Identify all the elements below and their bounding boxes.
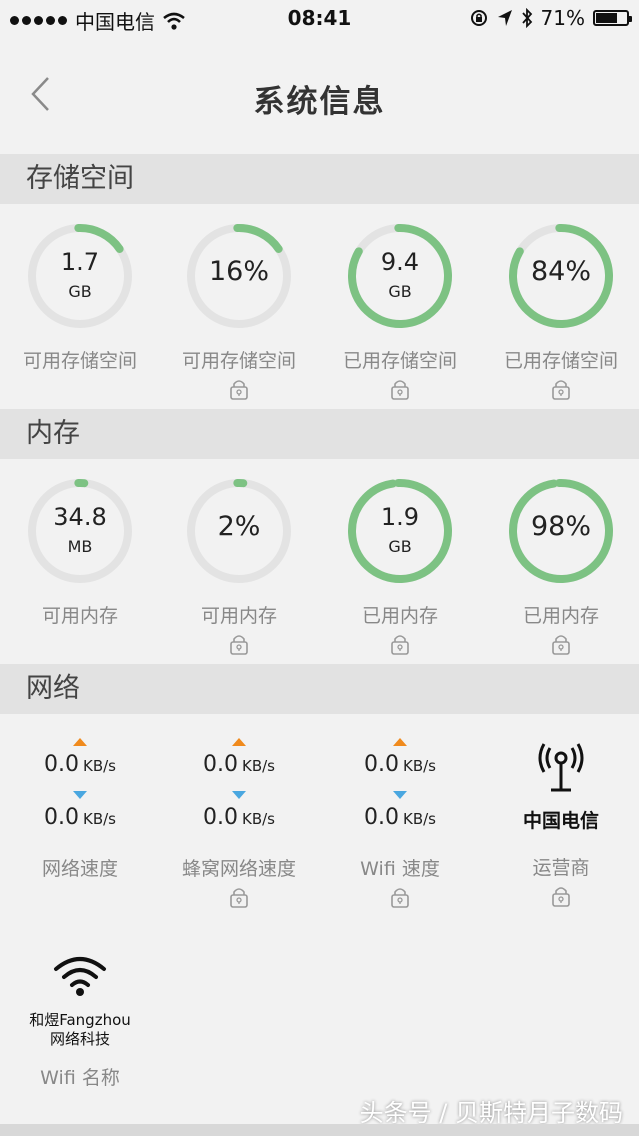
item-label: 已用存储空间 <box>342 350 457 372</box>
ring-value: 1.9 <box>380 503 420 531</box>
ring-track <box>28 479 132 583</box>
progress-ring: 2% <box>185 477 293 585</box>
upload-speed: 0.0 KB/s <box>203 752 275 777</box>
antenna-icon <box>538 743 584 792</box>
upload-speed: 0.0 KB/s <box>44 752 116 777</box>
item-label: 已用内存 <box>522 605 599 627</box>
rotation-lock-icon <box>470 10 487 26</box>
status-right: 71% <box>469 6 632 30</box>
item-label: 可用存储空间 <box>181 350 296 372</box>
wifi-name-cell[interactable]: 和煜Fangzhou 网络科技 Wifi 名称 <box>0 955 160 1090</box>
ring-value: 16% <box>208 256 269 287</box>
item-label: 可用内存 <box>41 605 118 627</box>
section-header-storage: 存储空间 <box>0 154 639 204</box>
progress-ring: 34.8 MB <box>26 477 134 585</box>
wifi-name-line2: 网络科技 <box>49 1030 110 1048</box>
item-label: 运营商 <box>532 857 590 879</box>
watermark: 头条号 / 贝斯特月子数码 <box>359 1099 623 1127</box>
item-label: 已用内存 <box>361 605 438 627</box>
lock-icon <box>228 377 250 401</box>
storage-item[interactable]: 1.7 GB 可用存储空间 <box>0 222 160 373</box>
item-label: 已用存储空间 <box>503 350 618 372</box>
item-label: 可用存储空间 <box>22 350 137 372</box>
memory-item[interactable]: 34.8 MB 可用内存 <box>0 477 160 628</box>
ring-value: 2% <box>217 511 261 542</box>
download-speed: 0.0 KB/s <box>203 805 275 830</box>
download-speed: 0.0 KB/s <box>44 805 116 830</box>
ring-unit: GB <box>388 537 412 556</box>
upload-arrow-icon <box>73 738 87 746</box>
upload-arrow-icon <box>393 738 407 746</box>
network-speed-item[interactable]: 0.0 KB/s 0.0 KB/s 网络速度 <box>0 738 160 881</box>
section-header-memory: 内存 <box>0 409 639 459</box>
download-arrow-icon <box>232 791 246 799</box>
memory-item[interactable]: 2% 可用内存 <box>159 477 319 656</box>
section-header-network: 网络 <box>0 664 639 714</box>
ring-value: 34.8 <box>53 503 107 531</box>
download-speed: 0.0 KB/s <box>364 805 436 830</box>
lock-icon <box>228 885 250 909</box>
storage-item[interactable]: 16% 可用存储空间 <box>159 222 319 401</box>
battery-percent: 71% <box>540 6 585 30</box>
battery-icon <box>593 10 632 26</box>
ring-value: 9.4 <box>380 248 420 276</box>
location-arrow-icon <box>497 10 512 26</box>
lock-icon <box>228 632 250 656</box>
lock-icon <box>389 377 411 401</box>
memory-item[interactable]: 98% 已用内存 <box>481 477 639 656</box>
upload-arrow-icon <box>232 738 246 746</box>
ring-unit: GB <box>388 282 412 301</box>
ring-unit: GB <box>68 282 92 301</box>
storage-item[interactable]: 84% 已用存储空间 <box>481 222 639 401</box>
download-arrow-icon <box>73 791 87 799</box>
progress-ring: 16% <box>185 222 293 330</box>
memory-item[interactable]: 1.9 GB 已用内存 <box>320 477 480 656</box>
ring-value: 84% <box>530 256 591 287</box>
lock-icon <box>550 377 572 401</box>
ring-value: 98% <box>530 511 591 542</box>
lock-icon <box>389 885 411 909</box>
wifi-icon <box>54 957 106 996</box>
item-label: 可用内存 <box>200 605 277 627</box>
network-speed-item[interactable]: 0.0 KB/s 0.0 KB/s 蜂窝网络速度 <box>159 738 319 909</box>
download-arrow-icon <box>393 791 407 799</box>
navigation-bar: 系统信息 <box>0 36 639 154</box>
progress-ring: 1.7 GB <box>26 222 134 330</box>
ring-progress-arc <box>348 479 452 583</box>
lock-icon <box>550 884 572 908</box>
lock-icon <box>389 632 411 656</box>
storage-item[interactable]: 9.4 GB 已用存储空间 <box>320 222 480 401</box>
progress-ring: 84% <box>507 222 615 330</box>
progress-ring: 98% <box>507 477 615 585</box>
progress-ring: 9.4 GB <box>346 222 454 330</box>
ring-unit: MB <box>67 537 93 556</box>
progress-ring: 1.9 GB <box>346 477 454 585</box>
upload-speed: 0.0 KB/s <box>364 752 436 777</box>
carrier-item[interactable]: 中国电信 运营商 <box>481 738 639 908</box>
ring-value: 1.7 <box>60 248 100 276</box>
wifi-name-label: Wifi 名称 <box>40 1067 120 1089</box>
item-label: 网络速度 <box>41 858 118 880</box>
bluetooth-icon <box>521 8 532 28</box>
status-bar: 中国电信 08:41 71% <box>0 0 639 36</box>
item-label: 蜂窝网络速度 <box>181 858 296 880</box>
lock-icon <box>550 632 572 656</box>
carrier-name: 中国电信 <box>522 810 599 832</box>
wifi-name-line1: 和煜Fangzhou <box>29 1011 131 1029</box>
page-title: 系统信息 <box>253 84 386 120</box>
network-speed-item[interactable]: 0.0 KB/s 0.0 KB/s Wifi 速度 <box>320 738 480 909</box>
bottom-bar <box>0 1124 639 1136</box>
item-label: Wifi 速度 <box>360 858 440 880</box>
